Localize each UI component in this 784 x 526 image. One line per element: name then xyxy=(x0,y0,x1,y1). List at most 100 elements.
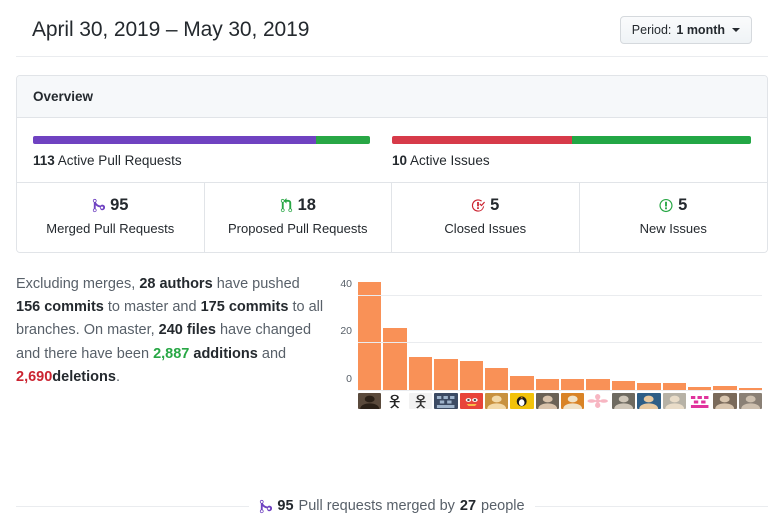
summary-deletions-count: 2,690 xyxy=(16,369,53,386)
stat-label: Proposed Pull Requests xyxy=(228,220,368,236)
avatar-person-dark-jacket[interactable] xyxy=(358,392,382,409)
avatar-sketch-skeleton[interactable] xyxy=(408,392,433,409)
activity-summary-row: Excluding merges, 28 authors have pushed… xyxy=(16,269,768,409)
chart-bar[interactable] xyxy=(434,358,458,391)
avatar-woman-sunglasses[interactable] xyxy=(637,392,661,409)
chart-bar[interactable] xyxy=(358,281,382,391)
issues-meter-block: 10 Active Issues xyxy=(392,136,751,168)
stat-value: 5 xyxy=(490,196,500,214)
stat-value-row: 5 xyxy=(396,197,575,214)
avatar-pink-flower[interactable] xyxy=(586,392,610,409)
stat-merged-pull-requests[interactable]: 95 Merged Pull Requests xyxy=(17,183,205,252)
stat-proposed-pull-requests[interactable]: 18 Proposed Pull Requests xyxy=(205,183,392,252)
page-header: April 30, 2019 – May 30, 2019 Period: 1 … xyxy=(16,0,768,57)
issues-meter xyxy=(392,136,751,144)
page-title: April 30, 2019 – May 30, 2019 xyxy=(32,18,310,42)
chart-bar[interactable] xyxy=(408,357,433,391)
chevron-down-icon xyxy=(732,28,740,32)
avatar-yellow-penguin[interactable] xyxy=(510,392,534,409)
footer-rule-right xyxy=(534,505,768,507)
stat-closed-issues[interactable]: 5 Closed Issues xyxy=(392,183,580,252)
chart-plot-area: 0 20 40 xyxy=(340,273,762,391)
chart-bar[interactable] xyxy=(510,376,534,391)
summary-files: 240 files xyxy=(158,322,216,339)
summary-deletions-word: deletions xyxy=(52,369,116,386)
footer-summary: 95 Pull requests merged by 27 people xyxy=(259,498,525,514)
period-prefix-label: Period: xyxy=(631,23,672,37)
summary-lead: Excluding merges, xyxy=(16,275,136,292)
stat-label: Merged Pull Requests xyxy=(46,220,175,236)
overview-card-title: Overview xyxy=(17,76,767,118)
avatar-line-drawing-figure[interactable] xyxy=(383,392,407,409)
chart-bar[interactable] xyxy=(459,361,483,391)
footer-rule-left xyxy=(16,505,250,507)
meter-segment-merged xyxy=(33,136,317,144)
chart-y-tick-label: 20 xyxy=(340,325,352,338)
stat-value-row: 5 xyxy=(584,197,764,214)
avatar-person-outdoors[interactable] xyxy=(713,392,737,409)
avatar-pink-pixel-robot[interactable] xyxy=(687,392,712,409)
overview-stats-row: 95 Merged Pull Requests 18 Proposed Pull… xyxy=(17,182,767,252)
avatar-man-orange-bg[interactable] xyxy=(561,392,585,409)
merged-pull-requests-footer: 95 Pull requests merged by 27 people xyxy=(16,498,768,514)
meter-segment-proposed xyxy=(316,136,370,144)
pull-requests-meter-label: 113 Active Pull Requests xyxy=(33,153,370,168)
summary-additions-word: additions xyxy=(193,345,258,362)
overview-card: Overview 113 Active Pull Requests 10 Act… xyxy=(16,75,768,253)
stat-value: 95 xyxy=(110,196,129,214)
overview-meters: 113 Active Pull Requests 10 Active Issue… xyxy=(17,118,767,182)
chart-bars xyxy=(358,273,762,391)
stat-value-row: 95 xyxy=(21,197,200,214)
avatar-man-glasses[interactable] xyxy=(535,392,559,409)
commit-summary-text: Excluding merges, 28 authors have pushed… xyxy=(16,269,334,409)
avatar-pixel-keyboard[interactable] xyxy=(434,392,458,409)
avatar-woman-blonde[interactable] xyxy=(662,392,686,409)
chart-bar[interactable] xyxy=(484,368,509,391)
commits-per-author-chart: 0 20 40 xyxy=(334,269,768,409)
summary-have-pushed: have pushed xyxy=(216,275,300,292)
footer-merged-count: 95 xyxy=(277,498,294,514)
git-merge-icon xyxy=(259,499,273,514)
avatar-bearded-man[interactable] xyxy=(611,392,636,409)
chart-gridline xyxy=(358,389,762,391)
chart-y-tick-label: 0 xyxy=(346,372,352,385)
active-pull-requests-count: 113 xyxy=(33,153,55,168)
issue-opened-icon xyxy=(659,198,673,213)
avatar-red-flame-monster[interactable] xyxy=(459,392,483,409)
footer-people-count: 27 xyxy=(459,498,477,514)
pull-requests-meter-block: 113 Active Pull Requests xyxy=(33,136,392,168)
chart-gridline xyxy=(358,295,762,297)
chart-y-tick-label: 40 xyxy=(340,278,352,291)
period-value-label: 1 month xyxy=(676,23,725,37)
pull-requests-meter xyxy=(33,136,370,144)
chart-author-avatars xyxy=(358,392,762,409)
avatar-person-grey[interactable] xyxy=(738,392,762,409)
chart-bar[interactable] xyxy=(383,327,407,391)
summary-to-master-and: to master and xyxy=(107,298,197,315)
stat-value: 18 xyxy=(297,196,316,214)
meter-segment-closed xyxy=(392,136,572,144)
footer-mid-text: Pull requests merged by xyxy=(298,498,455,514)
pulse-page: April 30, 2019 – May 30, 2019 Period: 1 … xyxy=(0,0,784,526)
summary-authors: 28 authors xyxy=(139,275,213,292)
active-issues-count: 10 xyxy=(392,153,408,168)
git-pull-request-icon xyxy=(280,197,293,213)
stat-value-row: 18 xyxy=(209,197,388,214)
avatar-golden-dog[interactable] xyxy=(484,392,509,409)
stat-new-issues[interactable]: 5 New Issues xyxy=(580,183,768,252)
summary-additions-count: 2,887 xyxy=(153,345,190,362)
active-pull-requests-label: Active Pull Requests xyxy=(57,153,182,168)
summary-period: . xyxy=(115,369,120,386)
period-dropdown-button[interactable]: Period: 1 month xyxy=(619,16,752,44)
issues-meter-label: 10 Active Issues xyxy=(392,153,751,168)
summary-and-word: and xyxy=(261,345,287,362)
summary-commits-master: 156 commits xyxy=(16,298,104,315)
stat-value: 5 xyxy=(678,196,688,214)
issue-closed-icon xyxy=(471,198,486,213)
active-issues-label: Active Issues xyxy=(410,153,490,168)
footer-people-word: people xyxy=(481,498,525,514)
stat-label: Closed Issues xyxy=(444,220,527,236)
git-merge-icon xyxy=(92,198,106,213)
meter-segment-new xyxy=(571,136,751,144)
stat-label: New Issues xyxy=(639,220,707,236)
